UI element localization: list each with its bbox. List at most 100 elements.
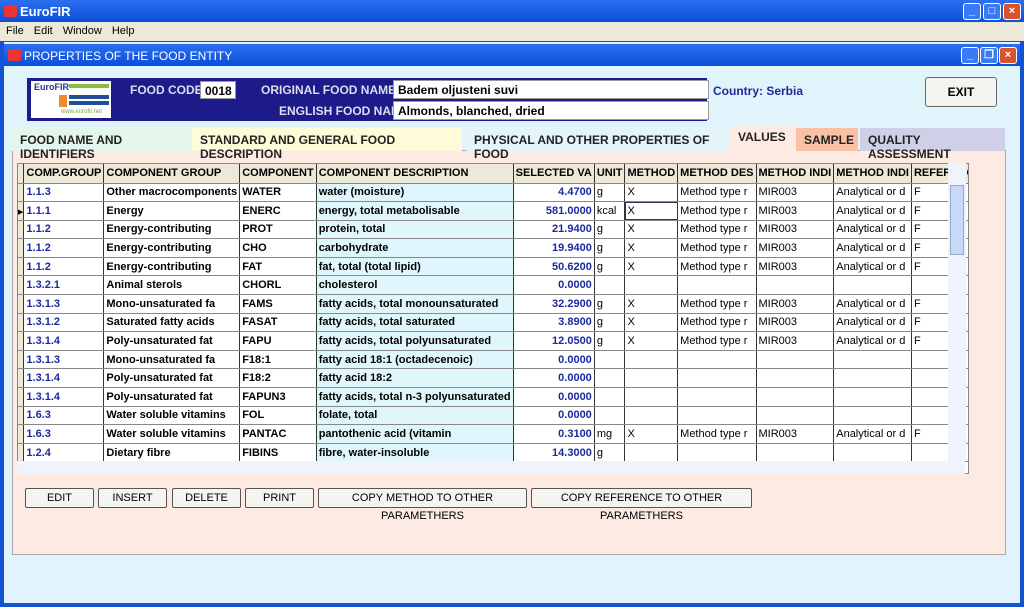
- table-cell[interactable]: 1.1.3: [23, 183, 105, 203]
- table-cell[interactable]: WATER: [239, 183, 317, 203]
- table-cell[interactable]: FAT: [239, 257, 317, 277]
- print-button[interactable]: PRINT: [245, 488, 314, 508]
- table-cell[interactable]: X: [624, 183, 679, 203]
- table-cell[interactable]: kcal: [594, 201, 626, 221]
- table-cell[interactable]: 1.3.1.3: [23, 294, 105, 314]
- tab-quality-assessment[interactable]: QUALITY ASSESSMENT: [860, 128, 1005, 161]
- table-cell[interactable]: FIBINS: [239, 443, 317, 463]
- table-cell[interactable]: [756, 368, 835, 389]
- table-cell[interactable]: fatty acids, total monounsaturated: [316, 294, 514, 314]
- table-cell[interactable]: Method type r: [677, 331, 757, 351]
- table-row[interactable]: 1.1.2 Energy-contributing FAT fat, total (t…: [18, 257, 968, 277]
- table-cell[interactable]: g: [594, 443, 626, 463]
- table-cell[interactable]: Analytical or d: [833, 238, 912, 258]
- table-cell[interactable]: g: [594, 257, 626, 277]
- table-cell[interactable]: 1.3.1.4: [23, 368, 105, 389]
- table-cell[interactable]: ENERC: [239, 201, 317, 221]
- table-cell[interactable]: 1.6.3: [23, 424, 105, 444]
- table-cell[interactable]: 21.9400: [513, 220, 595, 240]
- table-cell[interactable]: PANTAC: [239, 424, 317, 444]
- table-cell[interactable]: 12.0500: [513, 331, 595, 351]
- child-close-button[interactable]: ×: [999, 47, 1017, 64]
- table-cell[interactable]: X: [624, 238, 679, 258]
- table-cell[interactable]: cholesterol: [316, 275, 514, 296]
- table-cell[interactable]: [677, 275, 757, 296]
- table-cell[interactable]: 3.8900: [513, 313, 595, 333]
- table-cell[interactable]: Method type r: [677, 257, 757, 277]
- table-cell[interactable]: [624, 406, 679, 426]
- table-cell[interactable]: [677, 350, 757, 370]
- table-cell[interactable]: FASAT: [239, 313, 317, 333]
- table-row[interactable]: 1.2.4 Dietary fibre FIBINS fibre, water-ins…: [18, 443, 968, 463]
- table-cell[interactable]: fatty acid 18:2: [316, 368, 514, 389]
- table-cell[interactable]: Energy-contributing: [103, 238, 241, 258]
- table-cell[interactable]: F18:2: [239, 368, 317, 389]
- table-row[interactable]: ▶ 1.1.1 Energy ENERC energy, total metabolis…: [18, 201, 968, 221]
- table-cell[interactable]: [624, 350, 679, 370]
- table-row[interactable]: 1.3.2.1 Animal sterols CHORL cholesterol 0.0…: [18, 275, 968, 296]
- table-cell[interactable]: 1.6.3: [23, 406, 105, 426]
- table-cell[interactable]: FAMS: [239, 294, 317, 314]
- table-cell[interactable]: Energy-contributing: [103, 220, 241, 240]
- table-cell[interactable]: 1.3.1.3: [23, 350, 105, 370]
- table-cell[interactable]: 1.1.2: [23, 238, 105, 258]
- table-cell[interactable]: Animal sterols: [103, 275, 241, 296]
- table-cell[interactable]: carbohydrate: [316, 238, 514, 258]
- table-cell[interactable]: [624, 443, 679, 463]
- maximize-button[interactable]: □: [983, 3, 1001, 20]
- table-cell[interactable]: 1.3.1.4: [23, 331, 105, 351]
- table-cell[interactable]: Dietary fibre: [103, 443, 241, 463]
- table-cell[interactable]: [756, 275, 835, 296]
- table-row[interactable]: 1.3.1.4 Poly-unsaturated fat FAPUN3 fatty a…: [18, 387, 968, 407]
- table-cell[interactable]: FAPUN3: [239, 387, 317, 407]
- table-cell[interactable]: X: [624, 220, 679, 240]
- table-cell[interactable]: fibre, water-insoluble: [316, 443, 514, 463]
- column-header[interactable]: COMPONENT GROUP: [103, 164, 241, 184]
- table-cell[interactable]: 1.1.2: [23, 220, 105, 240]
- tab-standard-and-general-food-description[interactable]: STANDARD AND GENERAL FOOD DESCRIPTION: [192, 128, 462, 161]
- table-cell[interactable]: g: [594, 313, 626, 333]
- table-cell[interactable]: Method type r: [677, 424, 757, 444]
- table-cell[interactable]: [833, 350, 912, 370]
- table-cell[interactable]: Method type r: [677, 294, 757, 314]
- column-header[interactable]: COMPONENT DESCRIPTION: [316, 164, 514, 184]
- column-header[interactable]: METHOD DES: [677, 164, 757, 184]
- table-cell[interactable]: X: [624, 424, 679, 444]
- table-row[interactable]: 1.3.1.2 Saturated fatty acids FASAT fatty a…: [18, 313, 968, 333]
- table-cell[interactable]: PROT: [239, 220, 317, 240]
- table-cell[interactable]: Poly-unsaturated fat: [103, 368, 241, 389]
- table-cell[interactable]: Analytical or d: [833, 220, 912, 240]
- table-cell[interactable]: Energy-contributing: [103, 257, 241, 277]
- table-cell[interactable]: [624, 275, 679, 296]
- horizontal-scrollbar[interactable]: [17, 461, 965, 474]
- table-cell[interactable]: MIR003: [756, 201, 835, 221]
- table-cell[interactable]: FAPU: [239, 331, 317, 351]
- table-cell[interactable]: 1.2.4: [23, 443, 105, 463]
- table-cell[interactable]: g: [594, 183, 626, 203]
- menu-file[interactable]: File: [6, 25, 24, 37]
- table-cell[interactable]: g: [594, 238, 626, 258]
- vertical-scrollbar[interactable]: [948, 163, 966, 461]
- table-cell[interactable]: F18:1: [239, 350, 317, 370]
- table-cell[interactable]: Method type r: [677, 201, 757, 221]
- table-cell[interactable]: 1.3.1.4: [23, 387, 105, 407]
- table-row[interactable]: 1.3.1.4 Poly-unsaturated fat F18:2 fatty ac…: [18, 368, 968, 389]
- table-cell[interactable]: X: [624, 201, 679, 221]
- exit-button[interactable]: EXIT: [925, 77, 997, 107]
- table-cell[interactable]: Analytical or d: [833, 424, 912, 444]
- table-cell[interactable]: g: [594, 220, 626, 240]
- table-cell[interactable]: Saturated fatty acids: [103, 313, 241, 333]
- table-cell[interactable]: 0.0000: [513, 350, 595, 370]
- table-cell[interactable]: Water soluble vitamins: [103, 424, 241, 444]
- column-header[interactable]: SELECTED VA: [513, 164, 595, 184]
- table-row[interactable]: 1.1.2 Energy-contributing CHO carbohydrate 1…: [18, 238, 968, 258]
- table-cell[interactable]: 50.6200: [513, 257, 595, 277]
- table-row[interactable]: 1.3.1.4 Poly-unsaturated fat FAPU fatty aci…: [18, 331, 968, 351]
- table-cell[interactable]: Analytical or d: [833, 183, 912, 203]
- table-cell[interactable]: 0.3100: [513, 424, 595, 444]
- table-cell[interactable]: [594, 406, 626, 426]
- table-cell[interactable]: fatty acid 18:1 (octadecenoic): [316, 350, 514, 370]
- table-cell[interactable]: g: [594, 294, 626, 314]
- column-header[interactable]: UNIT: [594, 164, 626, 184]
- table-cell[interactable]: Analytical or d: [833, 331, 912, 351]
